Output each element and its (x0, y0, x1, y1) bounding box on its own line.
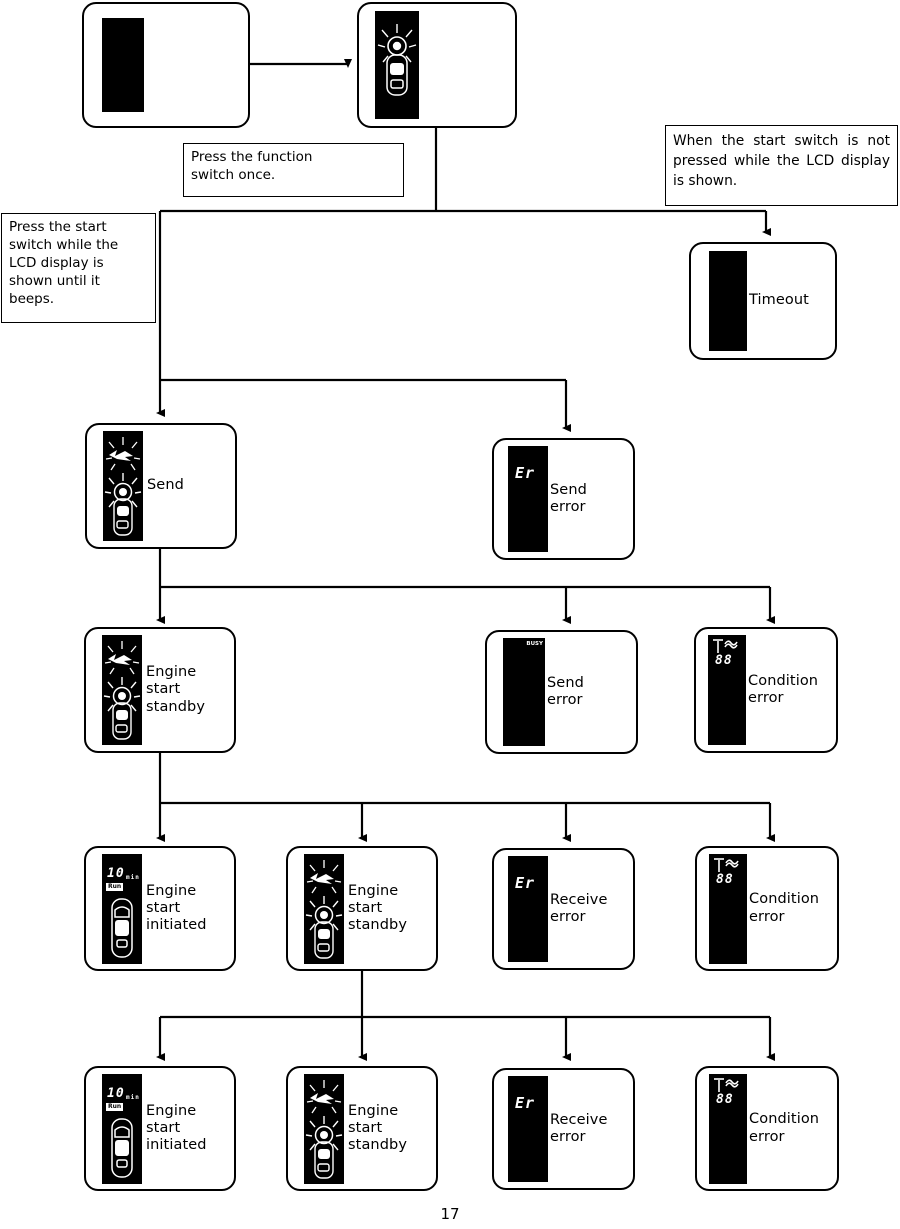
node-engine-start-standby-1-label: Engine start standby (146, 664, 206, 715)
lcd-run-badge: Run (106, 882, 124, 891)
flowchart-page: Press the function switch once. Press th… (0, 0, 900, 1229)
node-condition-error-1[interactable]: 88 Condition error (694, 627, 838, 753)
node-timeout[interactable]: Timeout (689, 242, 837, 360)
node-send-error-2-label: Send error (547, 674, 584, 708)
node-lcd-shown[interactable] (357, 2, 517, 128)
lcd-busy-display: BUSY (503, 638, 545, 746)
node-condition-error-3[interactable]: 88 Condition error (695, 1066, 839, 1191)
transmit-car-starburst-icon (305, 859, 343, 959)
node-send-error-1-label: Send error (550, 481, 587, 515)
lcd-car-burst-display (375, 11, 419, 119)
node-engine-start-standby-2-label: Engine start standby (348, 882, 408, 934)
note-press-start-switch: Press the start switch while the LCD dis… (1, 213, 156, 323)
node-engine-start-standby-2[interactable]: Engine start standby (286, 846, 438, 971)
lcd-88-glyph: 88 (716, 1091, 734, 1107)
node-send-error-1[interactable]: Er Send error (492, 438, 635, 560)
page-number: 17 (440, 1205, 460, 1223)
lcd-minutes-unit-glyph: min (126, 1093, 140, 1101)
note-press-function-switch: Press the function switch once. (183, 143, 404, 197)
transmit-car-starburst-icon (104, 437, 142, 536)
lcd-er-glyph: Er (515, 1094, 536, 1112)
lcd-minutes-unit-glyph: min (126, 873, 140, 881)
lcd-blank-display (102, 18, 144, 112)
node-receive-error-2-label: Receive error (550, 1111, 608, 1145)
lcd-88-glyph: 88 (715, 653, 733, 668)
node-receive-error-1-label: Receive error (550, 891, 608, 925)
node-initial[interactable] (82, 2, 250, 128)
node-condition-error-3-label: Condition error (749, 1111, 820, 1145)
note-start-switch-not-pressed: When the start switch is not pressed whi… (665, 125, 898, 206)
node-receive-error-2[interactable]: Er Receive error (492, 1068, 635, 1190)
lcd-blank-display (709, 251, 747, 351)
lcd-er-display: Er (508, 856, 548, 962)
car-icon (111, 897, 133, 958)
lcd-minutes-glyph: 10 (107, 1085, 125, 1101)
lcd-88-glyph: 88 (716, 871, 734, 887)
lcd-er-display: Er (508, 446, 548, 552)
node-send-error-2[interactable]: BUSY Send error (485, 630, 638, 754)
lcd-run-10min-display: 10 min Run (102, 853, 142, 964)
node-condition-error-2[interactable]: 88 Condition error (695, 846, 839, 971)
car-icon (111, 1117, 133, 1178)
node-engine-start-standby-3[interactable]: Engine start standby (286, 1066, 438, 1191)
transmit-car-starburst-icon (305, 1079, 343, 1179)
lcd-send-car-burst-display (102, 635, 142, 745)
node-condition-error-1-label: Condition error (748, 672, 819, 706)
lcd-run-10min-display: 10 min Run (102, 1073, 142, 1184)
lcd-run-badge: Run (106, 1102, 124, 1111)
lcd-antenna-88-display: 88 (709, 853, 747, 964)
node-engine-start-standby-1[interactable]: Engine start standby (84, 627, 236, 753)
node-engine-start-initiated-1-label: Engine start initiated (146, 882, 207, 934)
node-send[interactable]: Send (85, 423, 237, 549)
lcd-er-display: Er (508, 1076, 548, 1182)
node-timeout-label: Timeout (749, 292, 809, 309)
transmit-car-starburst-icon (103, 641, 141, 740)
node-engine-start-standby-3-label: Engine start standby (348, 1102, 408, 1154)
node-engine-start-initiated-2[interactable]: 10 min Run Engine start initiated (84, 1066, 236, 1191)
lcd-antenna-88-display: 88 (709, 1073, 747, 1184)
node-send-label: Send (147, 477, 184, 494)
lcd-send-car-burst-display (304, 1073, 344, 1184)
lcd-send-car-burst-display (304, 853, 344, 964)
lcd-er-glyph: Er (515, 464, 536, 482)
node-engine-start-initiated-1[interactable]: 10 min Run Engine start initiated (84, 846, 236, 971)
lcd-antenna-88-display: 88 (708, 635, 746, 745)
node-condition-error-2-label: Condition error (749, 891, 820, 925)
lcd-busy-glyph: BUSY (526, 641, 543, 647)
lcd-minutes-glyph: 10 (107, 865, 125, 881)
lcd-send-car-burst-display (103, 431, 143, 541)
car-starburst-icon (377, 24, 417, 96)
node-engine-start-initiated-2-label: Engine start initiated (146, 1102, 207, 1154)
node-receive-error-1[interactable]: Er Receive error (492, 848, 635, 970)
lcd-er-glyph: Er (515, 874, 536, 892)
